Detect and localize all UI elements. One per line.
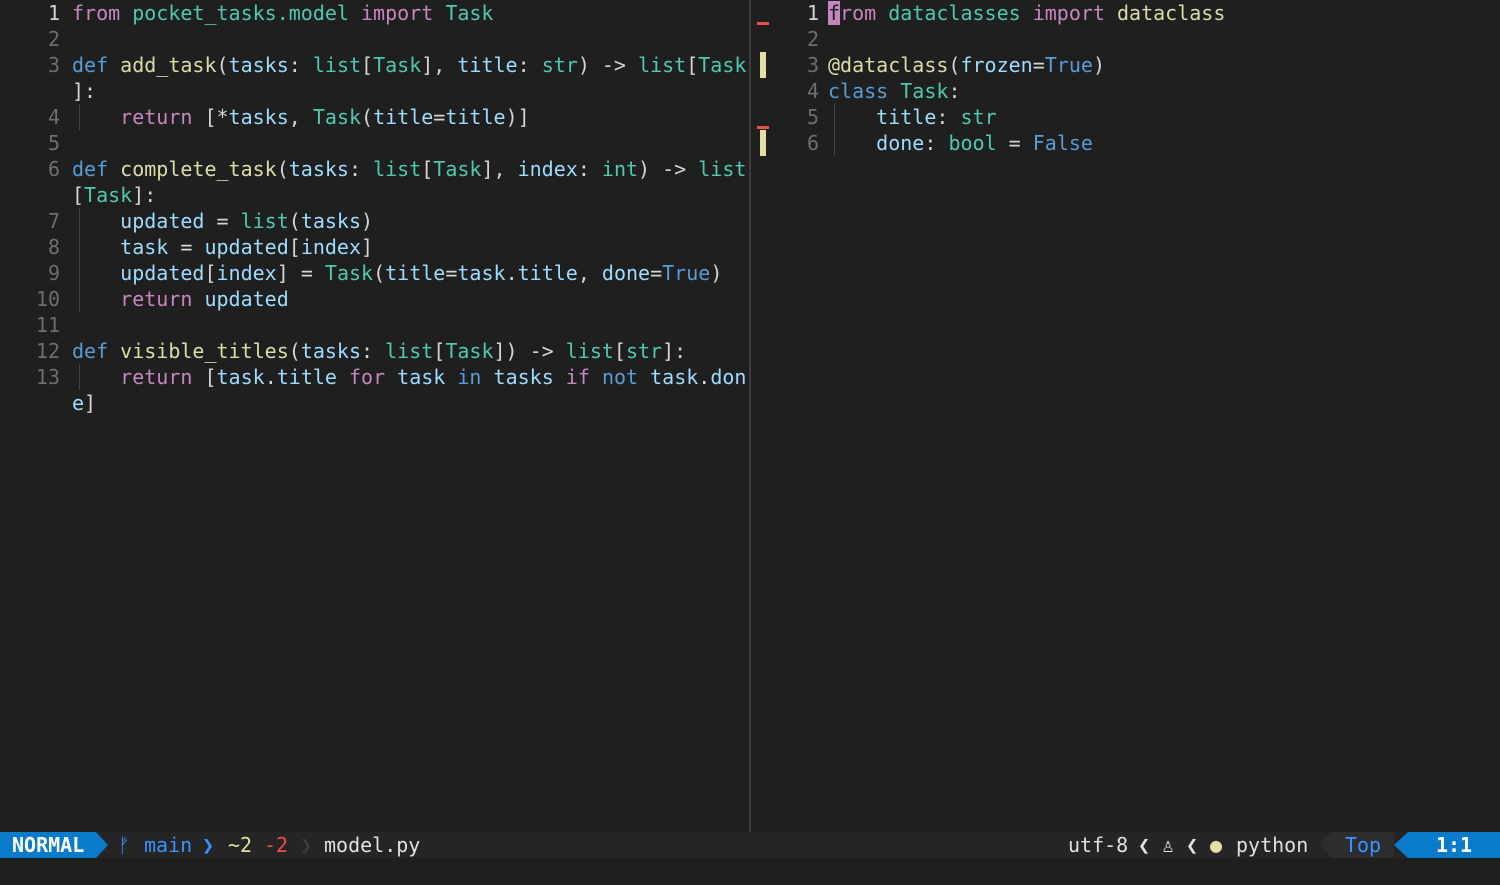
code-line[interactable]: [Task]: <box>0 182 749 208</box>
code-text: return [task.title for task in tasks if … <box>120 365 747 389</box>
mode-separator <box>96 832 108 858</box>
code-text: e] <box>72 391 97 415</box>
code-text: from pocket_tasks.model import Task <box>72 1 494 25</box>
git-changed-count: ~2 <box>228 833 253 857</box>
filetype: python <box>1236 833 1309 857</box>
code-line[interactable]: ]: <box>0 78 749 104</box>
code-line[interactable]: e] <box>0 390 749 416</box>
code-text: [Task]: <box>72 183 157 207</box>
code-line[interactable]: 12 def visible_titles(tasks: list[Task]) … <box>0 338 749 364</box>
chevron-right-icon: ❯ <box>300 833 313 857</box>
left-editor-pane[interactable]: 1 from pocket_tasks.model import Task 2 3 de… <box>0 0 749 832</box>
code-line[interactable]: 2 <box>0 26 749 52</box>
right-editor-pane[interactable]: 1 from dataclasses import dataclass 2 3 @dat… <box>751 0 1500 832</box>
code-text: return [*tasks, Task(title=title)] <box>120 105 530 129</box>
line-number: 9 <box>47 261 60 285</box>
code-text: return updated <box>120 287 289 311</box>
code-line[interactable]: 5 <box>0 130 749 156</box>
line-number: 5 <box>47 131 60 155</box>
line-number: 6 <box>47 157 60 181</box>
code-text: title: str <box>876 105 997 129</box>
git-branch-icon: ᚠ <box>118 833 130 857</box>
code-text: class Task: <box>828 79 961 103</box>
code-text: @dataclass(frozen=True) <box>828 53 1105 77</box>
chevron-right-icon: ❯ <box>202 833 215 857</box>
statusline: NORMAL ᚠ main ❯ ~2 -2 ❯ model.py utf-8 ❮… <box>0 832 1500 858</box>
line-number: 6 <box>806 131 819 155</box>
code-text: def add_task(tasks: list[Task], title: s… <box>72 53 747 77</box>
command-line[interactable] <box>0 858 1500 885</box>
code-text: updated[index] = Task(title=task.title, … <box>120 261 723 285</box>
code-line[interactable]: 1 from pocket_tasks.model import Task <box>0 0 749 26</box>
code-line[interactable]: 10 return updated <box>0 286 749 312</box>
editor: 1 from pocket_tasks.model import Task 2 3 de… <box>0 0 1500 832</box>
code-line[interactable]: 3 @dataclass(frozen=True) <box>751 52 1500 78</box>
code-text: ]: <box>72 79 97 103</box>
code-line[interactable]: 8 task = updated[index] <box>0 234 749 260</box>
code-text: done: bool = False <box>876 131 1093 155</box>
linux-icon: ♙ <box>1162 833 1175 857</box>
code-text: def complete_task(tasks: list[Task], ind… <box>72 157 747 181</box>
code-line[interactable]: 4 return [*tasks, Task(title=title)] <box>0 104 749 130</box>
code-line[interactable]: 4 class Task: <box>751 78 1500 104</box>
code-text: def visible_titles(tasks: list[Task]) ->… <box>72 339 687 363</box>
branch-name[interactable]: main <box>144 832 192 858</box>
line-number: 2 <box>806 27 819 51</box>
line-number: 4 <box>806 79 819 103</box>
right-code-lines[interactable]: 1 from dataclasses import dataclass 2 3 @dat… <box>751 0 1500 156</box>
code-text: updated = list(tasks) <box>120 209 374 233</box>
code-line[interactable]: 1 from dataclasses import dataclass <box>751 0 1500 26</box>
position-separator <box>1394 832 1408 858</box>
line-number: 8 <box>47 235 60 259</box>
cursor-position: 1:1 <box>1408 832 1500 858</box>
line-number: 1 <box>47 1 60 25</box>
line-number: 11 <box>35 313 60 337</box>
line-number: 3 <box>806 53 819 77</box>
line-number: 5 <box>806 105 819 129</box>
git-deleted-count: -2 <box>264 833 289 857</box>
chevron-left-icon: ❮ <box>1138 833 1151 857</box>
code-line[interactable]: 6 done: bool = False <box>751 130 1500 156</box>
line-number: 12 <box>35 339 60 363</box>
code-line[interactable]: 7 updated = list(tasks) <box>0 208 749 234</box>
code-line[interactable]: 2 <box>751 26 1500 52</box>
mode-indicator: NORMAL <box>0 832 96 858</box>
line-number: 3 <box>47 53 60 77</box>
chevron-left-icon: ❮ <box>1186 833 1199 857</box>
python-icon: ● <box>1210 833 1223 857</box>
code-text: from dataclasses import dataclass <box>828 1 1226 25</box>
file-encoding: utf-8 <box>1068 833 1129 857</box>
line-number: 7 <box>47 209 60 233</box>
code-line[interactable]: 9 updated[index] = Task(title=task.title… <box>0 260 749 286</box>
line-number: 4 <box>47 105 60 129</box>
code-line[interactable]: 3 def add_task(tasks: list[Task], title: … <box>0 52 749 78</box>
scroll-separator <box>1320 832 1332 858</box>
line-number: 1 <box>806 1 819 25</box>
code-line[interactable]: 11 <box>0 312 749 338</box>
code-text: task = updated[index] <box>120 235 374 259</box>
line-number: 2 <box>47 27 60 51</box>
code-line[interactable]: 13 return [task.title for task in tasks … <box>0 364 749 390</box>
code-line[interactable]: 6 def complete_task(tasks: list[Task], in… <box>0 156 749 182</box>
scroll-position: Top <box>1332 832 1394 858</box>
statusline-filename[interactable]: model.py <box>324 832 420 858</box>
line-number: 10 <box>35 287 60 311</box>
code-line[interactable]: 5 title: str <box>751 104 1500 130</box>
left-code-lines[interactable]: 1 from pocket_tasks.model import Task 2 3 de… <box>0 0 749 416</box>
line-number: 13 <box>35 365 60 389</box>
